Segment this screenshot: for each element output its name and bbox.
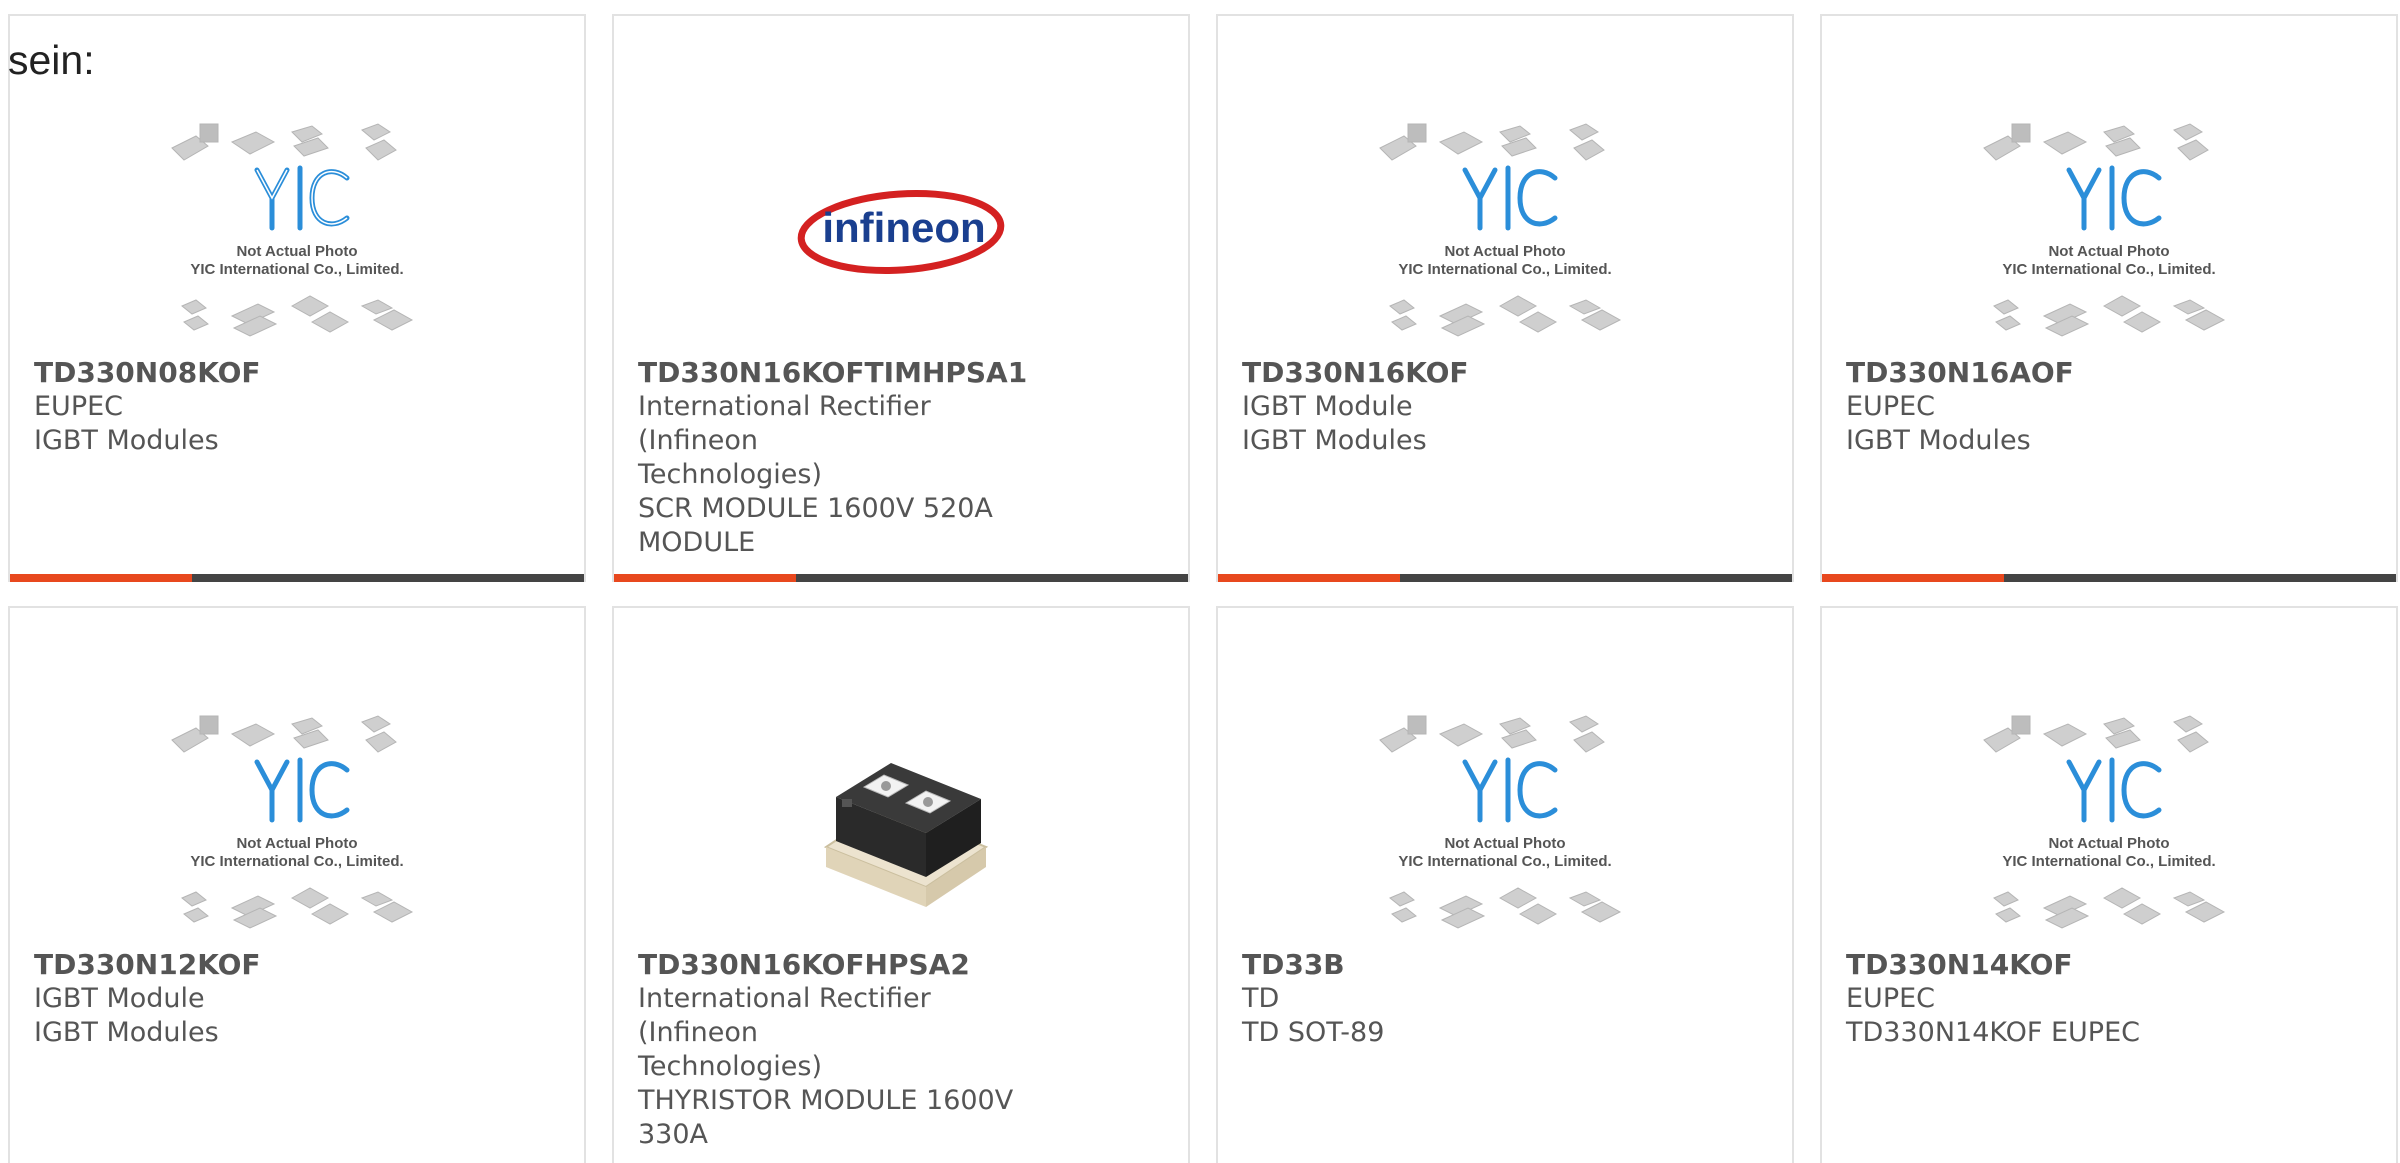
svg-text:YIC International Co., Limited: YIC International Co., Limited. — [1398, 261, 1611, 278]
manufacturer-cont: Technologies) — [638, 459, 822, 490]
yic-placeholder-icon: Not Actual Photo YIC International Co., … — [171, 123, 414, 337]
description: IGBT Modules — [34, 425, 219, 456]
product-image[interactable]: Not Actual Photo YIC International Co., … — [10, 98, 584, 362]
product-image[interactable]: Not Actual Photo YIC International Co., … — [1822, 98, 2396, 362]
card-bar-accent — [614, 574, 796, 582]
product-card[interactable]: infineon TD330N16KOFTIMHPSA1 Internation… — [612, 14, 1190, 582]
product-info: TD330N16AOF EUPEC IGBT Modules — [1846, 356, 2266, 458]
manufacturer: EUPEC — [1846, 983, 1936, 1014]
yic-placeholder-icon: Not Actual Photo YIC International Co., … — [171, 715, 414, 929]
card-bar — [1218, 574, 1792, 582]
part-number-link[interactable]: TD330N16KOF — [1242, 356, 1662, 390]
product-card[interactable]: TD330N16KOFHPSA2 International Rectifier… — [612, 606, 1190, 1163]
part-number-link[interactable]: TD330N16KOFHPSA2 — [638, 948, 1058, 982]
yic-placeholder-icon: Not Actual Photo YIC International Co., … — [1379, 123, 1622, 337]
card-bar-accent — [10, 574, 192, 582]
svg-text:Not Actual Photo: Not Actual Photo — [2048, 835, 2169, 852]
manufacturer: EUPEC — [34, 391, 124, 422]
manufacturer: IGBT Module — [34, 983, 205, 1014]
svg-text:YIC International Co., Limited: YIC International Co., Limited. — [2002, 853, 2215, 870]
section-heading: sein: — [8, 37, 95, 83]
card-bar-accent — [1822, 574, 2004, 582]
product-info: TD330N16KOF IGBT Module IGBT Modules — [1242, 356, 1662, 458]
product-image[interactable]: Not Actual Photo YIC International Co., … — [1218, 98, 1792, 362]
description: TD330N14KOF EUPEC — [1846, 1017, 2140, 1048]
product-card[interactable]: Not Actual Photo YIC International Co., … — [1216, 606, 1794, 1163]
part-number-link[interactable]: TD33B — [1242, 948, 1662, 982]
product-image[interactable]: infineon — [614, 98, 1188, 362]
svg-text:YIC International Co., Limited: YIC International Co., Limited. — [190, 261, 403, 278]
page: Not Actual Photo YIC International Co., … — [0, 0, 2400, 1163]
part-number-link[interactable]: TD330N16KOFTIMHPSA1 — [638, 356, 1058, 390]
product-info: TD33B TD TD SOT-89 — [1242, 948, 1662, 1050]
product-image[interactable]: Not Actual Photo YIC International Co., … — [1822, 690, 2396, 954]
description: IGBT Modules — [1846, 425, 2031, 456]
manufacturer: International Rectifier (Infineon — [638, 983, 931, 1048]
description-cont: 330A — [638, 1119, 709, 1150]
card-bar-accent — [1218, 574, 1400, 582]
product-grid: Not Actual Photo YIC International Co., … — [8, 14, 2400, 1163]
description: IGBT Modules — [1242, 425, 1427, 456]
yic-placeholder-icon: Not Actual Photo YIC International Co., … — [1379, 715, 1622, 929]
product-image[interactable] — [614, 690, 1188, 954]
svg-text:Not Actual Photo: Not Actual Photo — [236, 835, 357, 852]
svg-text:Not Actual Photo: Not Actual Photo — [2048, 243, 2169, 260]
product-card[interactable]: Not Actual Photo YIC International Co., … — [1216, 14, 1794, 582]
product-image[interactable]: Not Actual Photo YIC International Co., … — [10, 690, 584, 954]
product-info: TD330N14KOF EUPEC TD330N14KOF EUPEC — [1846, 948, 2266, 1050]
card-bar — [614, 574, 1188, 582]
svg-text:Not Actual Photo: Not Actual Photo — [1444, 243, 1565, 260]
svg-text:infineon: infineon — [822, 204, 985, 251]
product-info: TD330N16KOFTIMHPSA1 International Rectif… — [638, 356, 1058, 560]
product-info: TD330N16KOFHPSA2 International Rectifier… — [638, 948, 1058, 1152]
svg-text:YIC International Co., Limited: YIC International Co., Limited. — [2002, 261, 2215, 278]
svg-text:Not Actual Photo: Not Actual Photo — [1444, 835, 1565, 852]
product-card[interactable]: Not Actual Photo YIC International Co., … — [1820, 14, 2398, 582]
manufacturer: EUPEC — [1846, 391, 1936, 422]
part-number-link[interactable]: TD330N16AOF — [1846, 356, 2266, 390]
description: IGBT Modules — [34, 1017, 219, 1048]
product-card[interactable]: Not Actual Photo YIC International Co., … — [1820, 606, 2398, 1163]
description: TD SOT-89 — [1242, 1017, 1385, 1048]
part-number-link[interactable]: TD330N12KOF — [34, 948, 454, 982]
svg-text:Not Actual Photo: Not Actual Photo — [236, 243, 357, 260]
product-card[interactable]: Not Actual Photo YIC International Co., … — [8, 606, 586, 1163]
manufacturer: International Rectifier (Infineon — [638, 391, 931, 456]
part-number-link[interactable]: TD330N08KOF — [34, 356, 454, 390]
thyristor-module-icon — [823, 763, 989, 907]
manufacturer: IGBT Module — [1242, 391, 1413, 422]
description-cont: MODULE — [638, 527, 756, 558]
product-image[interactable]: Not Actual Photo YIC International Co., … — [1218, 690, 1792, 954]
yic-placeholder-icon: Not Actual Photo YIC International Co., … — [1983, 123, 2226, 337]
card-bar — [1822, 574, 2396, 582]
manufacturer-cont: Technologies) — [638, 1051, 822, 1082]
svg-text:YIC International Co., Limited: YIC International Co., Limited. — [1398, 853, 1611, 870]
description: SCR MODULE 1600V 520A — [638, 493, 993, 524]
yic-placeholder-icon: Not Actual Photo YIC International Co., … — [1983, 715, 2226, 929]
svg-text:YIC International Co., Limited: YIC International Co., Limited. — [190, 853, 403, 870]
part-number-link[interactable]: TD330N14KOF — [1846, 948, 2266, 982]
manufacturer: TD — [1242, 983, 1280, 1014]
product-info: TD330N12KOF IGBT Module IGBT Modules — [34, 948, 454, 1050]
infineon-logo-icon: infineon — [797, 189, 1005, 275]
product-card[interactable]: Not Actual Photo YIC International Co., … — [8, 14, 586, 582]
description: THYRISTOR MODULE 1600V — [638, 1085, 1014, 1116]
product-info: TD330N08KOF EUPEC IGBT Modules — [34, 356, 454, 458]
card-bar — [10, 574, 584, 582]
